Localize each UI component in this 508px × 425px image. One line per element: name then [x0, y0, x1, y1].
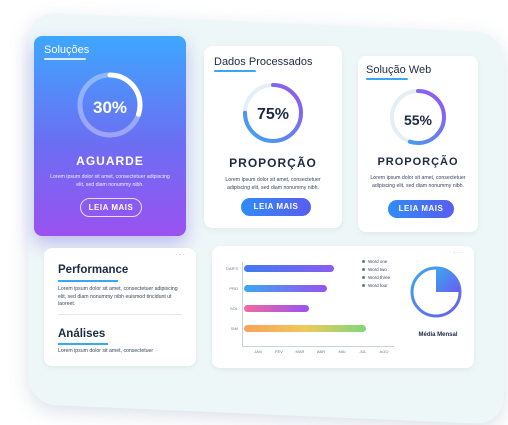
legend-item: Word two	[362, 266, 390, 274]
card-title: Solução Web	[366, 64, 432, 76]
card-body: Lorem ipsum dolor sit amet, consectetuer…	[50, 174, 170, 188]
x-tick-label: JAN	[254, 349, 262, 354]
legend-item: Word four	[362, 282, 390, 290]
legend-item: Word one	[362, 258, 390, 266]
card-heading: PROPORÇÃO	[377, 156, 459, 168]
analises-body: Lorem ipsum dolor sit amet, consectetuer	[58, 348, 154, 354]
x-tick-label: MAR	[295, 349, 305, 354]
more-options-icon[interactable]: ···	[453, 248, 464, 257]
y-axis	[242, 262, 243, 346]
chart-bar	[244, 265, 334, 272]
performance-title: Performance	[58, 264, 129, 276]
progress-percent: 75%	[256, 106, 290, 123]
card-chart: ··· Word one Word two Word three Word fo…	[212, 246, 474, 368]
y-tick-label: SOL	[229, 306, 238, 311]
card-heading: PROPORÇÃO	[229, 156, 317, 170]
leia-mais-button[interactable]: LEIA MAIS	[80, 198, 142, 217]
y-tick-label: PRO	[229, 286, 238, 291]
x-tick-label: JUL	[359, 349, 367, 354]
x-tick-label: ABR	[316, 349, 326, 354]
chart-bar	[244, 325, 366, 332]
card-performance: ··· Performance Lorem ipsum dolor sit am…	[44, 248, 196, 366]
performance-body: Lorem ipsum dolor sit amet, consectetuer…	[58, 286, 178, 307]
card-solucoes: Soluções 30% AGUARDE Lorem ipsum dolor s…	[34, 36, 186, 236]
x-tick-label: FEV	[275, 349, 283, 354]
chart-bar	[244, 305, 309, 312]
title-underline	[58, 343, 108, 345]
title-underline	[44, 58, 86, 60]
title-underline	[366, 78, 408, 80]
chart-legend: Word one Word two Word three Word four	[362, 258, 390, 290]
card-body: Lorem ipsum dolor sit amet, consectetuer…	[370, 175, 466, 189]
progress-percent: 30%	[92, 98, 128, 117]
leia-mais-button[interactable]: LEIA MAIS	[241, 198, 311, 216]
more-options-icon[interactable]: ···	[175, 250, 186, 259]
y-tick-label: DAR'S	[226, 266, 238, 271]
pie-chart	[410, 266, 462, 318]
leia-mais-button[interactable]: LEIA MAIS	[388, 200, 454, 218]
card-title: Soluções	[44, 44, 90, 56]
card-body: Lorem ipsum dolor sit amet, consectetuer…	[225, 177, 321, 191]
legend-item: Word three	[362, 274, 390, 282]
x-axis	[242, 346, 394, 347]
title-underline	[214, 70, 256, 72]
x-tick-label: MAI	[338, 349, 346, 354]
card-title: Dados Processados	[214, 56, 313, 68]
card-heading: AGUARDE	[76, 154, 144, 168]
analises-title: Análises	[58, 328, 106, 340]
pie-label: Média Mensal	[418, 332, 458, 338]
chart-bar	[244, 285, 327, 292]
x-tick-label: AGO	[379, 349, 389, 354]
y-tick-label: SIM	[230, 326, 238, 331]
title-underline	[58, 280, 118, 282]
progress-percent: 55%	[403, 112, 433, 128]
card-dados-processados: Dados Processados 75% PROPORÇÃO Lorem ip…	[204, 46, 342, 228]
divider	[58, 314, 182, 315]
card-solucao-web: Solução Web 55% PROPORÇÃO Lorem ipsum do…	[358, 56, 478, 232]
pie-slice	[436, 268, 460, 292]
